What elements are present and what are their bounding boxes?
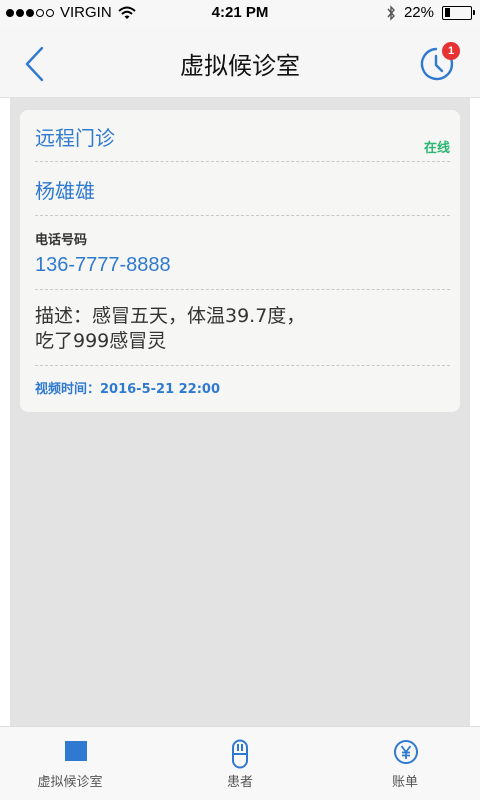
tab-label: 账单 (391, 775, 418, 790)
navigation-bar: 虚拟候诊室 1 (0, 26, 480, 98)
status-badge: 在线 (423, 141, 450, 156)
battery-fill (444, 8, 450, 17)
status-right: 22% (386, 4, 475, 21)
status-bar: VIRGIN 4:21 PM 22% (0, 0, 480, 26)
description-text: 描述：感冒五天，体温39.7度， 吃了999感冒灵 (35, 304, 335, 354)
patient-row: 杨雄雄 (35, 162, 450, 216)
patient-name: 杨雄雄 (35, 179, 95, 203)
description-line-2: 吃了999感冒灵 (35, 330, 167, 352)
appointment-card[interactable]: 远程门诊 在线 杨雄雄 电话号码 136-7777-8888 描述：感冒五天，体… (20, 110, 460, 412)
page-title: 虚拟候诊室 (180, 52, 300, 80)
video-time: 视频时间：2016-5-21 22:00 (35, 382, 221, 397)
square-icon (65, 741, 87, 761)
capsule-icon (232, 739, 248, 769)
tab-waiting-room[interactable]: 虚拟候诊室 (0, 727, 160, 800)
yen-icon (394, 740, 418, 764)
service-type: 远程门诊 (35, 126, 115, 150)
battery-percent: 22% (403, 4, 434, 21)
service-row: 远程门诊 在线 (35, 110, 450, 162)
tab-bills[interactable]: 账单 (320, 727, 480, 800)
main-content: 远程门诊 在线 杨雄雄 电话号码 136-7777-8888 描述：感冒五天，体… (10, 98, 470, 726)
description-row: 描述：感冒五天，体温39.7度， 吃了999感冒灵 (35, 290, 450, 366)
description-line-1: 描述：感冒五天，体温39.7度， (35, 305, 306, 327)
phone-number-link[interactable]: 136-7777-8888 (35, 254, 171, 277)
tab-bar: 虚拟候诊室 患者 账单 (0, 726, 480, 800)
tab-label: 患者 (226, 775, 253, 790)
phone-label: 电话号码 (35, 233, 88, 248)
tab-label: 虚拟候诊室 (37, 775, 103, 790)
phone-row: 电话号码 136-7777-8888 (35, 216, 450, 290)
notification-badge: 1 (442, 42, 460, 60)
bluetooth-icon (387, 4, 395, 21)
tab-patients[interactable]: 患者 (160, 727, 320, 800)
battery-icon (442, 5, 475, 20)
